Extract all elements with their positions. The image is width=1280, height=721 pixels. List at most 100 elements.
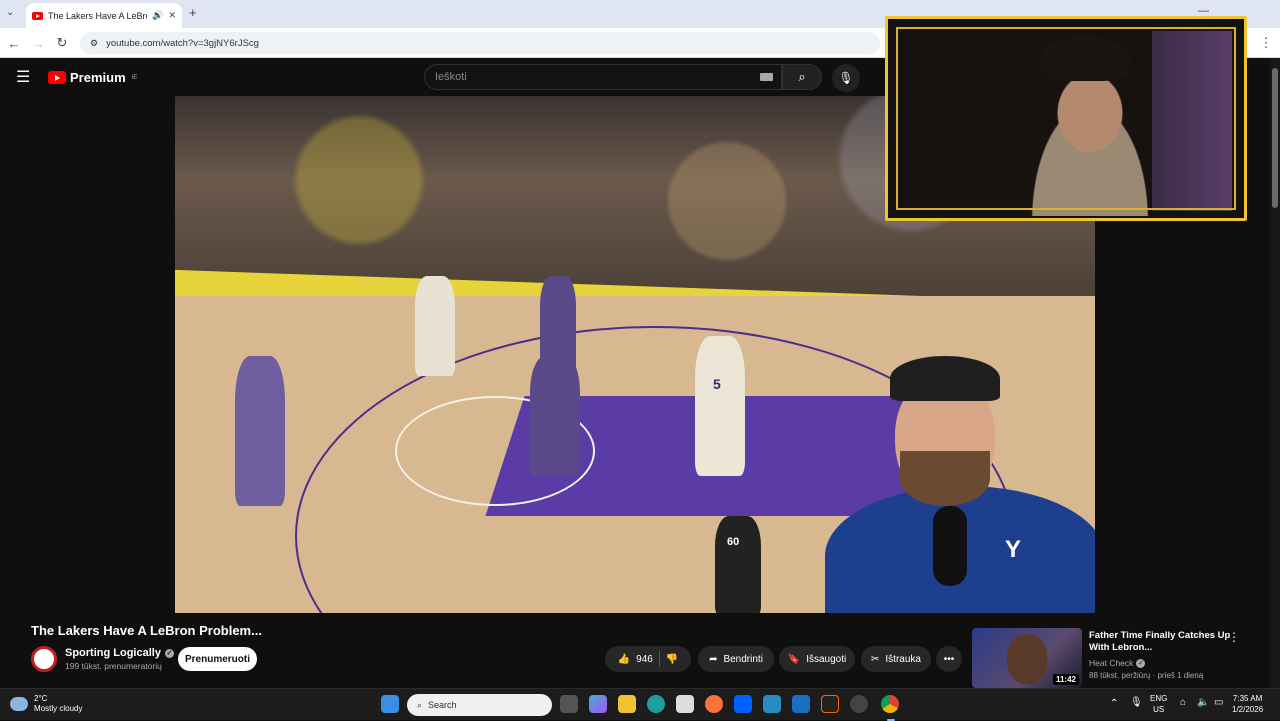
forward-icon[interactable]: →	[28, 33, 48, 53]
scrollbar-thumb[interactable]	[1272, 68, 1278, 208]
like-divider	[658, 651, 660, 667]
network-icon[interactable]: ⌂	[1180, 697, 1186, 708]
jersey-number: 5	[713, 376, 721, 392]
app-icon-1[interactable]	[763, 695, 781, 713]
recommended-more-icon[interactable]: ⋮	[1228, 630, 1240, 644]
tray-overflow-icon[interactable]: ⌃	[1110, 698, 1118, 709]
youtube-logo[interactable]: Premium IE	[48, 70, 137, 85]
tab-search-icon[interactable]: ⌄	[6, 7, 14, 18]
back-icon[interactable]: ←	[4, 33, 24, 53]
tab-title: The Lakers Have A LeBron Pro	[48, 10, 147, 21]
webcam-feed	[888, 19, 1244, 218]
save-button[interactable]: 🔖 Išsaugoti	[779, 646, 855, 672]
voice-search-button[interactable]: 🎙	[832, 64, 860, 92]
recommended-title[interactable]: Father Time Finally Catches Up With Lebr…	[1089, 630, 1239, 654]
speaker-icon[interactable]: 🔊	[152, 10, 163, 21]
url-field[interactable]: ⚙ youtube.com/watch?v=3gjNY6rJScg	[80, 32, 880, 54]
thumbnail-face	[1007, 634, 1047, 684]
new-tab-button[interactable]: +	[189, 5, 197, 20]
ymca-logo: Y	[1005, 536, 1022, 563]
taskbar-search-label: Search	[428, 700, 457, 710]
streamer-overlay: Y	[805, 356, 1095, 613]
save-label: Išsaugoti	[806, 653, 847, 665]
obs-icon[interactable]	[850, 695, 868, 713]
microphone-icon: 🎙	[838, 71, 854, 85]
dropbox-icon[interactable]	[734, 695, 752, 713]
logo-country: IE	[131, 74, 138, 81]
youtube-play-icon	[48, 71, 66, 84]
weather-temp: 2°C	[34, 694, 48, 703]
search-button[interactable]: ⌕	[782, 64, 822, 90]
battery-icon[interactable]: ▭	[1214, 697, 1223, 708]
lang-top: ENG	[1150, 694, 1168, 703]
share-label: Bendrinti	[723, 653, 763, 665]
weather-desc: Mostly cloudy	[34, 704, 83, 713]
recommended-channel[interactable]: Heat Check	[1089, 658, 1133, 668]
windows-start-icon[interactable]	[381, 695, 399, 713]
page-scrollbar[interactable]	[1270, 58, 1280, 688]
recommended-video[interactable]: 11:42 Father Time Finally Catches Up Wit…	[970, 628, 1270, 688]
tray-mic-icon[interactable]: 🎙	[1130, 697, 1143, 708]
video-info: The Lakers Have A LeBron Problem... Spor…	[0, 613, 1280, 688]
recommended-channel-row: Heat Check ✓	[1089, 658, 1146, 668]
video-title: The Lakers Have A LeBron Problem...	[31, 623, 262, 638]
scissors-icon: ✂	[871, 653, 880, 665]
store-icon[interactable]	[676, 695, 694, 713]
search-input[interactable]: Ieškoti	[424, 64, 782, 90]
taskbar-search[interactable]: ⌕ Search	[407, 694, 552, 716]
chrome-icon[interactable]	[881, 695, 899, 713]
recommended-meta: 88 tūkst. peržiūrų · prieš 1 dieną	[1089, 671, 1204, 680]
cloud-icon	[10, 697, 28, 711]
task-view-icon[interactable]	[560, 695, 578, 713]
windows-taskbar: 2°C Mostly cloudy ⌕ Search ⌃ 🎙 ENG US ⌂ …	[0, 688, 1280, 721]
more-icon: •••	[943, 653, 955, 665]
webcam-overlay	[885, 16, 1247, 221]
app-icon-3[interactable]	[821, 695, 839, 713]
share-button[interactable]: ➦ Bendrinti	[698, 646, 774, 672]
weather-widget[interactable]: 2°C Mostly cloudy	[10, 694, 82, 714]
hamburger-menu-icon[interactable]: ☰	[16, 67, 30, 87]
like-dislike-group: 👍 946 👎	[605, 646, 691, 672]
firefox-icon[interactable]	[705, 695, 723, 713]
browser-menu-icon[interactable]: ⋮	[1256, 33, 1276, 53]
site-settings-icon[interactable]: ⚙	[90, 38, 98, 49]
weather-text: 2°C Mostly cloudy	[34, 694, 82, 714]
referee-number: 60	[727, 536, 740, 548]
recommended-thumbnail[interactable]: 11:42	[972, 628, 1082, 688]
player-white	[415, 276, 455, 376]
clock-date: 1/2/2026	[1232, 705, 1264, 714]
video-duration: 11:42	[1052, 674, 1079, 685]
close-tab-icon[interactable]: ✕	[168, 10, 176, 21]
lang-bottom: US	[1153, 705, 1165, 714]
language-indicator[interactable]: ENG US	[1150, 693, 1167, 715]
edge-icon[interactable]	[647, 695, 665, 713]
url-text: youtube.com/watch?v=3gjNY6rJScg	[106, 37, 259, 49]
player-defender	[530, 356, 580, 476]
file-explorer-icon[interactable]	[618, 695, 636, 713]
channel-name[interactable]: Sporting Logically	[65, 647, 161, 659]
keyboard-icon[interactable]	[760, 73, 773, 81]
dislike-icon[interactable]: 👎	[666, 654, 678, 665]
app-icon-2[interactable]	[792, 695, 810, 713]
search-icon: ⌕	[798, 69, 806, 84]
search-placeholder: Ieškoti	[435, 71, 467, 83]
copilot-icon[interactable]	[589, 695, 607, 713]
reload-icon[interactable]: ↻	[52, 33, 72, 53]
subscriber-count: 199 tūkst. prenumeratorių	[65, 661, 162, 671]
webcam-frame	[896, 27, 1236, 210]
volume-icon[interactable]: 🔈	[1197, 697, 1209, 708]
clock-time: 7:35 AM	[1232, 694, 1263, 703]
player-left	[235, 356, 285, 506]
browser-tab[interactable]: The Lakers Have A LeBron Pro 🔊 ✕	[26, 3, 182, 28]
like-icon[interactable]: 👍	[618, 654, 630, 665]
channel-name-row[interactable]: Sporting Logically ✓	[65, 647, 174, 659]
subscribe-button[interactable]: Prenumeruoti	[178, 647, 257, 671]
more-actions-button[interactable]: •••	[936, 646, 962, 672]
player-lebron: 5	[695, 336, 745, 476]
like-count[interactable]: 946	[636, 654, 653, 665]
clip-button[interactable]: ✂ Ištrauka	[861, 646, 931, 672]
channel-avatar[interactable]	[31, 646, 57, 672]
clock[interactable]: 7:35 AM 1/2/2026	[1232, 693, 1263, 715]
youtube-favicon-icon	[32, 11, 43, 20]
streamer-microphone	[933, 506, 967, 586]
